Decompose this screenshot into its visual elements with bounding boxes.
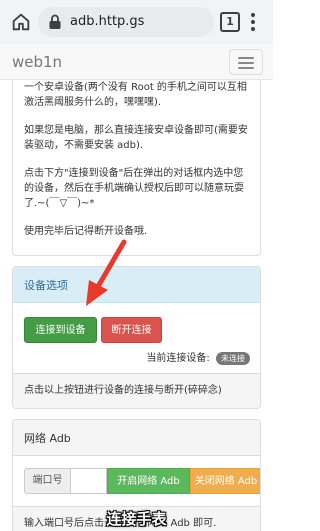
navbar-toggle-icon[interactable] [229,49,263,75]
tab-switcher-icon[interactable]: 1 [220,12,240,32]
device-options-title: 设备选项 [13,267,260,303]
site-brand[interactable]: web1n [12,53,62,71]
disable-network-adb-button[interactable]: 关闭网络 Adb [190,468,260,494]
instruction-pc: 如果您是电脑，那么直接连接安卓设备即可(需要安装驱动，不需要安装 adb). [24,125,248,151]
connect-device-button[interactable]: 连接到设备 [24,317,97,343]
url-text: adb.http.gs [70,14,145,29]
site-navbar: web1n [0,44,273,80]
home-icon[interactable] [10,11,32,33]
connection-status-label: 当前连接设备: [146,353,210,364]
browser-toolbar: adb.http.gs 1 [0,0,273,44]
network-adb-title: 网络 Adb [13,420,260,456]
network-adb-body: 端口号 开启网络 Adb 关闭网络 Adb [13,456,260,506]
connection-status: 当前连接设备: 未连接 [146,349,250,365]
video-subtitle: 连接手表 [106,510,167,528]
device-options-panel: 设备选项 连接到设备 断开连接 当前连接设备: 未连接 点击以上按钮进行设备的连… [12,266,261,409]
lock-icon [49,14,61,29]
port-label: 端口号 [24,468,71,494]
status-badge: 未连接 [216,352,250,365]
instruction-disconnect: 使用完毕后记得断开设备哦. [24,226,148,237]
disconnect-button[interactable]: 断开连接 [101,317,162,343]
device-options-body: 连接到设备 断开连接 当前连接设备: 未连接 [13,303,260,373]
port-input[interactable] [71,468,107,494]
instruction-phone: 如果您是手机，那么可以使用 adb 无线调试连接另一个安卓设备(两个没有 Roo… [24,82,247,108]
instruction-connect: 点击下方"连接到设备"后在弹出的对话框内选中您的设备，然后在手机端确认授权后即可… [24,168,244,209]
address-bar[interactable]: adb.http.gs [38,7,214,37]
device-options-footer: 点击以上按钮进行设备的连接与断开(碎碎念) [13,373,260,408]
main-content: 如果您是手机，那么可以使用 adb 无线调试连接另一个安卓设备(两个没有 Roo… [12,80,261,531]
overflow-menu-icon[interactable] [250,12,256,32]
enable-network-adb-button[interactable]: 开启网络 Adb [107,468,190,494]
instructions-box: 如果您是手机，那么可以使用 adb 无线调试连接另一个安卓设备(两个没有 Roo… [12,80,261,256]
